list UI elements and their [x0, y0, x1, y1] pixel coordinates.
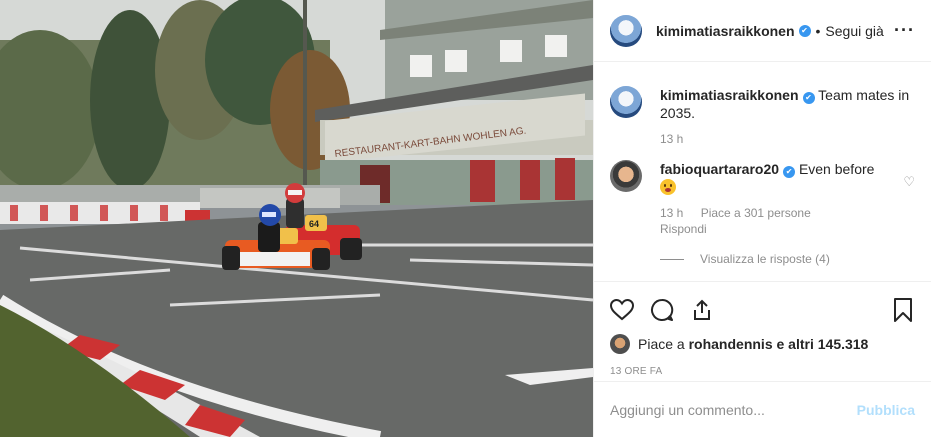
- caption-author-avatar[interactable]: [610, 86, 642, 118]
- comment-meta: 13 h Piace a 301 persone Rispondi: [660, 206, 915, 236]
- likes-count[interactable]: e altri 145.318: [777, 336, 869, 352]
- bookmark-icon[interactable]: [891, 298, 915, 322]
- action-icons: [610, 290, 915, 330]
- comment-text: Even before: [798, 161, 875, 177]
- publish-button[interactable]: Pubblica: [857, 402, 915, 418]
- verified-badge-icon: ✔: [802, 92, 815, 104]
- post-actions: Piace a rohandennis e altri 145.318 13 O…: [594, 281, 931, 381]
- comments-section: kimimatiasraikkonen ✔ Team mates in 2035.…: [594, 62, 931, 281]
- karting-scene: RESTAURANT-KART-BAHN WOHLEN AG. 64: [0, 0, 593, 437]
- add-comment-input[interactable]: [610, 401, 857, 418]
- post-header: kimimatiasraikkonen ✔ • Segui già ···: [594, 0, 931, 62]
- caption-time: 13 h: [660, 132, 684, 146]
- caption-row: kimimatiasraikkonen ✔ Team mates in 2035.: [610, 86, 915, 122]
- comment-like-heart-icon[interactable]: ♡: [903, 174, 915, 190]
- grinning-face-emoji: [660, 179, 676, 195]
- verified-badge-icon: ✔: [783, 166, 796, 178]
- author-username[interactable]: kimimatiasraikkonen: [656, 23, 795, 39]
- share-icon[interactable]: [690, 298, 714, 322]
- likes-prefix: Piace a: [638, 336, 685, 352]
- instagram-post: RESTAURANT-KART-BAHN WOHLEN AG. 64 kimim…: [0, 0, 931, 437]
- replies-divider: [660, 258, 684, 260]
- comment-body: fabioquartararo20 ✔ Even before: [660, 160, 898, 196]
- like-heart-icon[interactable]: [610, 298, 634, 322]
- view-replies-label[interactable]: Visualizza le risposte (4): [700, 252, 830, 266]
- liked-by-username[interactable]: rohandennis: [689, 336, 773, 352]
- post-sidebar: kimimatiasraikkonen ✔ • Segui già ··· ki…: [593, 0, 931, 437]
- comment-row: fabioquartararo20 ✔ Even before ♡: [610, 160, 915, 196]
- view-replies[interactable]: Visualizza le risposte (4): [660, 252, 915, 266]
- likes-summary: Piace a rohandennis e altri 145.318: [610, 334, 915, 354]
- comment-likes-count[interactable]: Piace a 301 persone: [701, 206, 811, 220]
- kart-number: 64: [309, 219, 319, 229]
- reply-button[interactable]: Rispondi: [660, 222, 707, 236]
- author-avatar[interactable]: [610, 14, 642, 47]
- add-comment-bar: Pubblica: [594, 381, 931, 437]
- caption-username[interactable]: kimimatiasraikkonen: [660, 87, 799, 103]
- post-time-ago: 13 ORE FA: [610, 366, 663, 377]
- comment-bubble-icon[interactable]: [650, 298, 674, 322]
- caption-meta: 13 h: [660, 132, 915, 146]
- separator-dot: •: [815, 22, 821, 39]
- post-photo[interactable]: RESTAURANT-KART-BAHN WOHLEN AG. 64: [0, 0, 593, 437]
- commenter-avatar[interactable]: [610, 160, 642, 192]
- comment-username[interactable]: fabioquartararo20: [660, 161, 779, 177]
- verified-badge-icon: ✔: [798, 24, 811, 37]
- caption-body: kimimatiasraikkonen ✔ Team mates in 2035.: [660, 86, 915, 122]
- following-button[interactable]: Segui già: [825, 23, 883, 39]
- liker-avatar[interactable]: [610, 334, 630, 354]
- more-horizontal-icon[interactable]: ···: [894, 20, 915, 41]
- comment-time: 13 h: [660, 206, 684, 220]
